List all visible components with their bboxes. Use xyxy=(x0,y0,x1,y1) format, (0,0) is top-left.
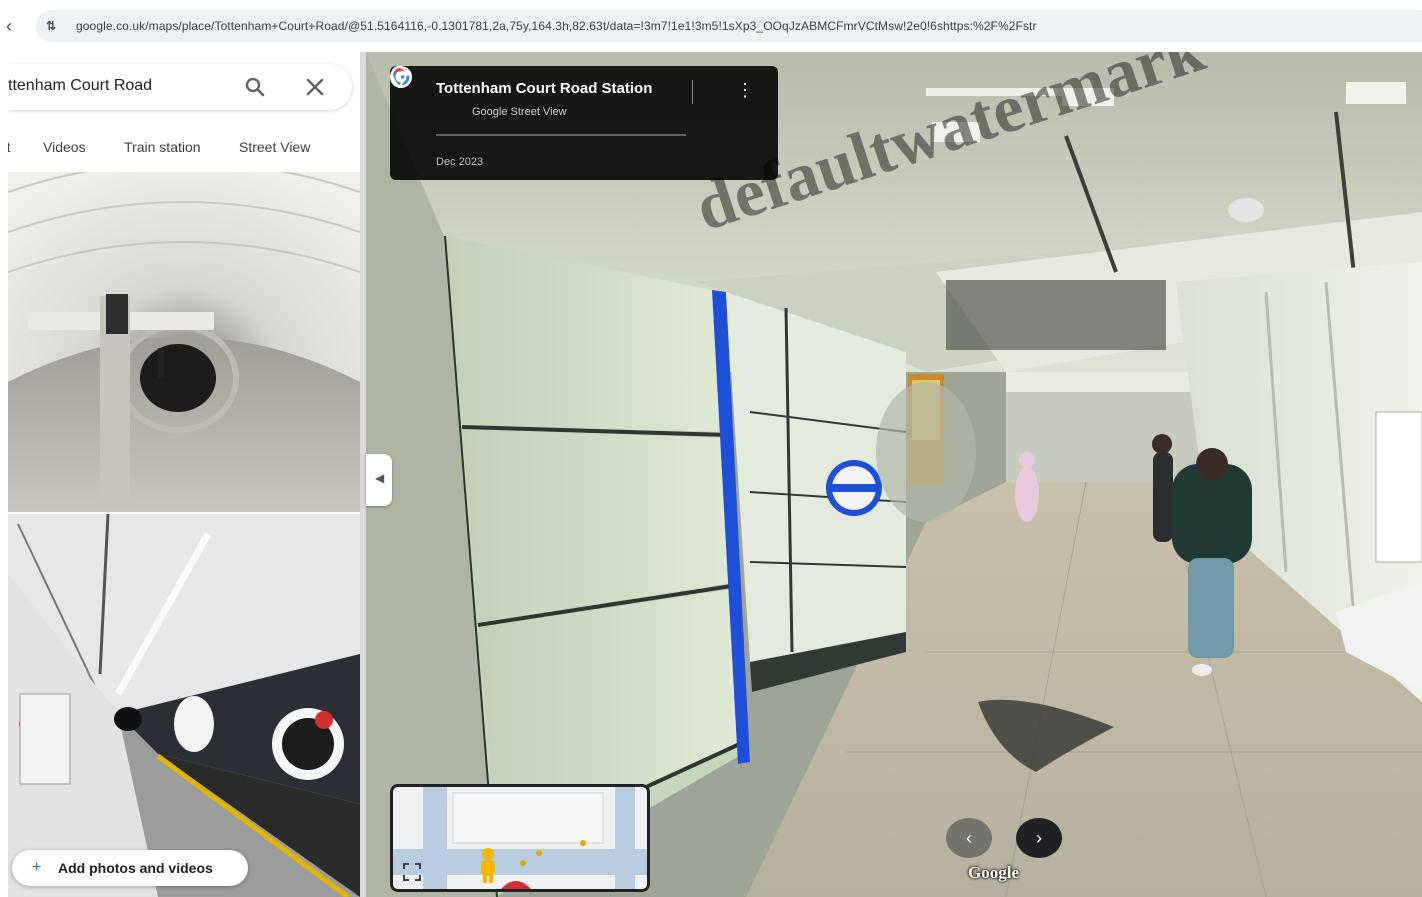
add-photos-button[interactable]: + Add photos and videos xyxy=(12,850,248,886)
street-view-panorama[interactable]: defaultwatermark Tottenham Court Road St… xyxy=(366,52,1422,897)
url-field[interactable]: ⇅ google.co.uk/maps/place/Tottenham+Cour… xyxy=(36,10,1422,42)
collapse-panel-button[interactable]: ◀ xyxy=(366,454,392,506)
info-card-separator xyxy=(692,80,693,104)
photo-category-tabs: rt Videos Train station Street View xyxy=(8,132,364,162)
close-icon[interactable] xyxy=(304,76,326,98)
add-photos-label: Add photos and videos xyxy=(58,860,213,876)
tab-train-station[interactable]: Train station xyxy=(124,132,201,162)
capture-date[interactable]: Dec 2023 xyxy=(436,156,483,168)
browser-address-bar: ‹ ⇅ google.co.uk/maps/place/Tottenham+Co… xyxy=(0,0,1422,52)
back-arrow-icon[interactable]: ‹ xyxy=(6,14,16,38)
previous-photo-button[interactable]: ‹ xyxy=(946,818,992,858)
more-vert-icon[interactable]: ⋮ xyxy=(736,80,754,102)
chevron-left-icon: ◀ xyxy=(375,471,385,485)
search-box[interactable]: ttenham Court Road xyxy=(8,64,352,110)
mini-map[interactable] xyxy=(390,784,650,892)
next-photo-button[interactable]: › xyxy=(1016,818,1062,858)
imagery-source: Google Street View xyxy=(472,106,567,118)
place-title[interactable]: Tottenham Court Road Station xyxy=(436,80,652,97)
google-logo: Google xyxy=(968,863,1019,882)
place-info-card: Tottenham Court Road Station Google Stre… xyxy=(390,66,778,180)
pegman-icon[interactable] xyxy=(477,847,499,883)
chevron-right-icon: › xyxy=(1036,828,1042,848)
search-input[interactable]: ttenham Court Road xyxy=(8,77,152,95)
location-pin-icon[interactable] xyxy=(390,66,408,88)
search-icon[interactable] xyxy=(244,76,266,98)
tab-videos[interactable]: Videos xyxy=(43,132,86,162)
photo-station-platform[interactable] xyxy=(8,514,360,897)
chevron-left-icon: ‹ xyxy=(966,828,972,848)
fullscreen-icon[interactable] xyxy=(401,861,423,883)
view-direction-icon xyxy=(501,881,531,889)
place-side-panel: ttenham Court Road rt Videos Train stati… xyxy=(8,52,364,897)
photo-tunnel-corridor[interactable] xyxy=(8,172,360,512)
url-text[interactable]: google.co.uk/maps/place/Tottenham+Court+… xyxy=(76,18,1037,34)
site-settings-icon[interactable]: ⇅ xyxy=(46,18,64,34)
add-photo-icon: + xyxy=(32,859,42,876)
tab-latest[interactable]: rt xyxy=(8,132,11,162)
timeline-track[interactable] xyxy=(436,134,686,136)
tab-street-view[interactable]: Street View xyxy=(239,132,310,162)
